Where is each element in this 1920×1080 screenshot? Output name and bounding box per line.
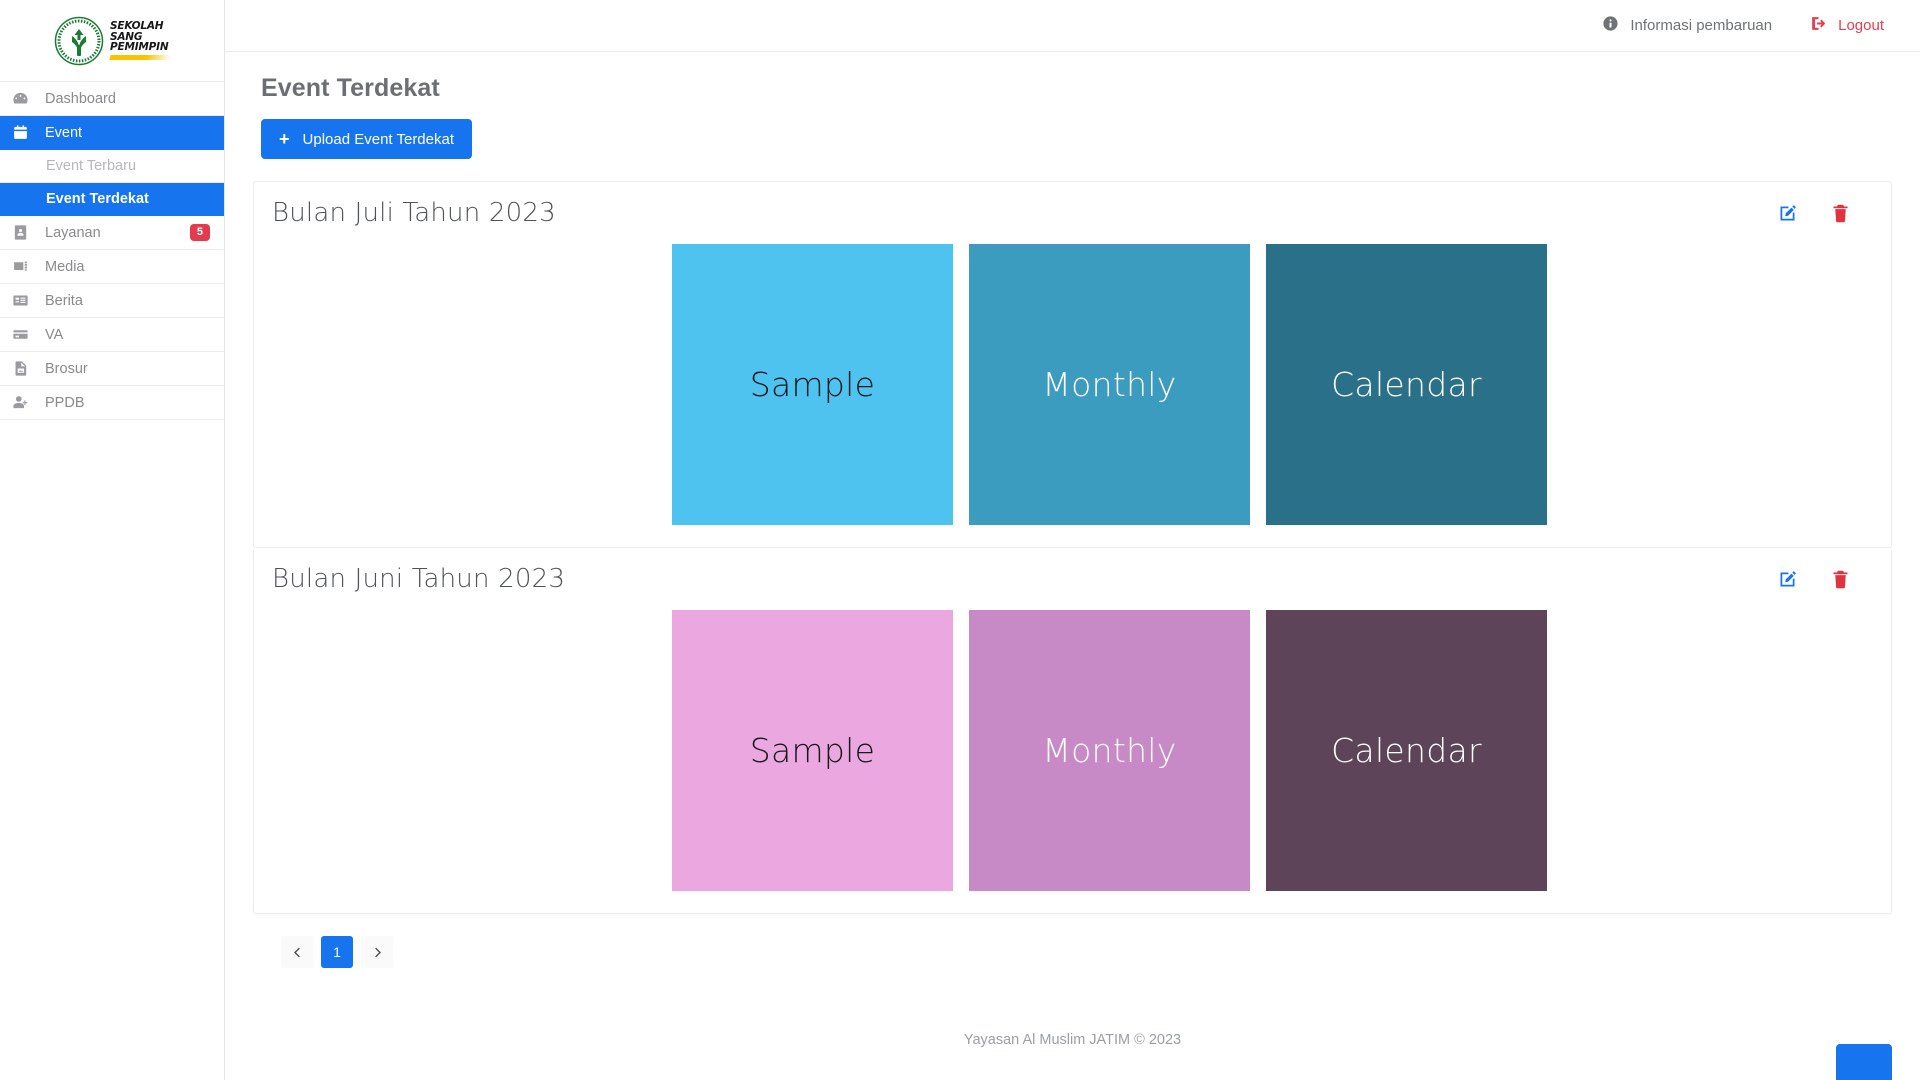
- card-header: Bulan Juli Tahun 2023: [272, 198, 1873, 228]
- logout-button[interactable]: Logout: [1810, 15, 1884, 36]
- brand-wordmark: SEKOLAH SANG PEMIMPIN: [109, 21, 171, 61]
- edit-square-icon[interactable]: [1777, 203, 1798, 224]
- event-tile[interactable]: Calendar: [1266, 610, 1547, 891]
- card-actions: [1777, 569, 1873, 590]
- sidebar-item-layanan[interactable]: Layanan 5: [0, 216, 224, 250]
- sidebar-item-label: Event: [45, 124, 83, 141]
- event-tile-label: Monthly: [1042, 731, 1177, 770]
- event-tile[interactable]: Monthly: [969, 244, 1250, 525]
- event-tile-label: Sample: [749, 365, 876, 404]
- brand-line-3: PEMIMPIN: [110, 41, 169, 54]
- event-tile[interactable]: Sample: [672, 610, 953, 891]
- info-pembaruan-label: Informasi pembaruan: [1630, 17, 1773, 34]
- sidebar-subitem-label: Event Terbaru: [46, 158, 137, 174]
- sidebar-subitem-label: Event Terdekat: [46, 191, 149, 207]
- event-tiles: Sample Monthly Calendar: [272, 610, 1873, 891]
- sidebar-item-ppdb[interactable]: PPDB: [0, 386, 224, 420]
- event-tile[interactable]: Monthly: [969, 610, 1250, 891]
- pagination-next-button[interactable]: [361, 936, 393, 968]
- file-image-icon: [12, 360, 29, 377]
- sidebar-item-event[interactable]: Event: [0, 116, 224, 150]
- calendar-icon: [12, 124, 29, 141]
- sidebar-item-label: Dashboard: [45, 90, 116, 107]
- pagination-page-label: 1: [333, 944, 341, 960]
- scroll-to-top-button[interactable]: [1836, 1044, 1892, 1080]
- sidebar-item-label: Media: [45, 258, 85, 275]
- sidebar: SEKOLAH SANG PEMIMPIN Dashboard Event Ev…: [0, 0, 225, 1080]
- sidebar-item-brosur[interactable]: Brosur: [0, 352, 224, 386]
- contact-card-icon: [12, 224, 29, 241]
- sidebar-item-label: PPDB: [45, 394, 85, 411]
- brand-logo[interactable]: SEKOLAH SANG PEMIMPIN: [0, 0, 224, 82]
- page-content: Event Terdekat + Upload Event Terdekat B…: [225, 52, 1920, 1080]
- dashboard-icon: [12, 90, 29, 107]
- upload-event-terdekat-button[interactable]: + Upload Event Terdekat: [261, 119, 473, 159]
- sidebar-nav: Dashboard Event Event Terbaru Event Terd…: [0, 82, 224, 420]
- pagination: 1: [253, 914, 1892, 968]
- card-title: Bulan Juni Tahun 2023: [272, 564, 566, 594]
- topbar: Informasi pembaruan Logout: [225, 0, 1920, 52]
- chevron-right-icon: [374, 947, 381, 957]
- pagination-page-1[interactable]: 1: [321, 936, 353, 968]
- logout-label: Logout: [1838, 17, 1884, 34]
- sidebar-item-event-terbaru[interactable]: Event Terbaru: [0, 150, 224, 183]
- sidebar-item-label: Layanan: [45, 224, 101, 241]
- chevron-left-icon: [293, 947, 300, 957]
- info-pembaruan-button[interactable]: Informasi pembaruan: [1602, 15, 1772, 36]
- trash-icon[interactable]: [1830, 569, 1851, 590]
- event-tile-label: Sample: [749, 731, 876, 770]
- sidebar-item-va[interactable]: VA: [0, 318, 224, 352]
- sidebar-item-badge: 5: [189, 223, 210, 242]
- event-cards-list: Bulan Juli Tahun 2023 Sample Monthly Cal…: [225, 181, 1920, 968]
- footer-text: Yayasan Al Muslim JATIM © 2023: [963, 1032, 1182, 1048]
- upload-button-label: Upload Event Terdekat: [302, 130, 455, 148]
- event-tiles: Sample Monthly Calendar: [272, 244, 1873, 525]
- images-icon: [12, 258, 29, 275]
- page-header: Event Terdekat + Upload Event Terdekat: [225, 74, 1920, 159]
- user-plus-icon: [12, 394, 29, 411]
- event-tile[interactable]: Calendar: [1266, 244, 1547, 525]
- event-month-card: Bulan Juni Tahun 2023 Sample Monthly Cal…: [253, 548, 1892, 914]
- plus-icon: +: [279, 129, 290, 149]
- sidebar-item-dashboard[interactable]: Dashboard: [0, 82, 224, 116]
- sidebar-item-label: Brosur: [45, 360, 88, 377]
- app-root: SEKOLAH SANG PEMIMPIN Dashboard Event Ev…: [0, 0, 1920, 1080]
- sidebar-item-label: Berita: [45, 292, 83, 309]
- credit-card-icon: [12, 326, 29, 343]
- event-month-card: Bulan Juli Tahun 2023 Sample Monthly Cal…: [253, 181, 1892, 548]
- event-tile[interactable]: Sample: [672, 244, 953, 525]
- pagination-prev-button[interactable]: [281, 936, 313, 968]
- sidebar-item-event-terdekat[interactable]: Event Terdekat: [0, 183, 224, 216]
- logout-icon: [1810, 15, 1827, 36]
- yayasan-al-muslim-emblem-icon: [54, 16, 104, 65]
- edit-square-icon[interactable]: [1777, 569, 1798, 590]
- card-actions: [1777, 203, 1873, 224]
- event-tile-label: Calendar: [1331, 731, 1482, 770]
- page-title: Event Terdekat: [261, 74, 440, 102]
- info-circle-icon: [1602, 15, 1619, 36]
- trash-icon[interactable]: [1830, 203, 1851, 224]
- main-area: Informasi pembaruan Logout Event Terdeka…: [225, 0, 1920, 1080]
- sidebar-item-berita[interactable]: Berita: [0, 284, 224, 318]
- sidebar-item-media[interactable]: Media: [0, 250, 224, 284]
- event-tile-label: Calendar: [1331, 365, 1482, 404]
- sidebar-item-label: VA: [45, 326, 64, 343]
- brand-swoosh-icon: [109, 55, 171, 61]
- event-tile-label: Monthly: [1042, 365, 1177, 404]
- news-icon: [12, 292, 29, 309]
- card-title: Bulan Juli Tahun 2023: [272, 198, 556, 228]
- card-header: Bulan Juni Tahun 2023: [272, 564, 1873, 594]
